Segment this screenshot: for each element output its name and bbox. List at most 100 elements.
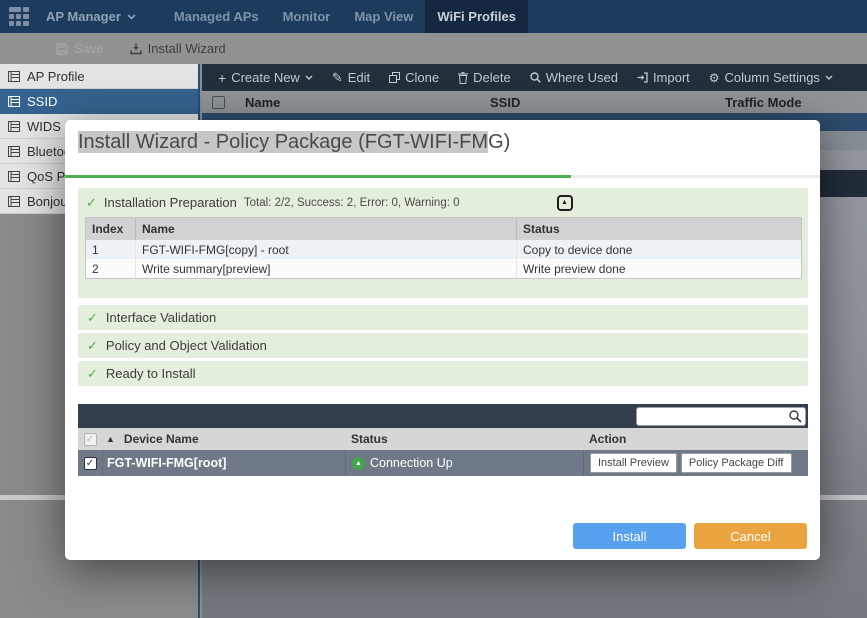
app-window: AP Manager Managed APs Monitor Map View … xyxy=(0,0,867,618)
check-icon: ✓ xyxy=(86,434,94,445)
list-icon xyxy=(8,171,20,182)
column-header-traffic-mode[interactable]: Traffic Mode xyxy=(722,95,867,110)
where-used-label: Where Used xyxy=(546,70,618,85)
validation-label: Interface Validation xyxy=(106,310,216,325)
install-wizard-modal: Install Wizard - Policy Package (FGT-WIF… xyxy=(65,120,820,560)
create-new-label: Create New xyxy=(231,70,300,85)
tab-managed-aps[interactable]: Managed APs xyxy=(162,0,271,33)
row-name: Write summary[preview] xyxy=(136,259,517,278)
column-header-status[interactable]: Status xyxy=(345,428,583,450)
progress-bar xyxy=(65,175,820,178)
preparation-label: Installation Preparation xyxy=(104,195,237,210)
install-button[interactable]: Install xyxy=(573,523,686,549)
list-icon xyxy=(8,196,20,207)
collapse-panel-button[interactable]: ▲ xyxy=(557,195,573,211)
preparation-results-table: Index Name Status 1 FGT-WIFI-FMG[copy] -… xyxy=(85,217,802,279)
save-icon xyxy=(56,43,68,55)
collapse-arrow-icon: ▲ xyxy=(561,199,568,206)
device-name-cell: FGT-WIFI-FMG[root] xyxy=(102,450,345,476)
device-table-header: ✓ ▲Device Name Status Action xyxy=(78,428,808,450)
device-table: ✓ ▲Device Name Status Action ✓ FGT-WIFI-… xyxy=(78,404,808,476)
tab-wifi-profiles[interactable]: WiFi Profiles xyxy=(425,0,528,33)
app-menu-ap-manager[interactable]: AP Manager xyxy=(38,0,150,33)
edit-label: Edit xyxy=(348,70,370,85)
save-button[interactable]: Save xyxy=(56,41,104,56)
column-settings-button[interactable]: ⚙ Column Settings xyxy=(709,70,833,85)
delete-button[interactable]: Delete xyxy=(458,70,511,85)
modal-title-selected-text: Install Wizard - Policy Package (FGT-WIF… xyxy=(78,131,488,153)
clone-button[interactable]: Clone xyxy=(389,70,439,85)
preparation-summary: Total: 2/2, Success: 2, Error: 0, Warnin… xyxy=(244,197,460,209)
row-status: Copy to device done xyxy=(517,240,801,259)
chevron-down-icon xyxy=(305,75,313,80)
apps-grid-icon xyxy=(9,7,29,26)
select-all-checkbox[interactable] xyxy=(212,96,225,109)
policy-package-diff-button[interactable]: Policy Package Diff xyxy=(681,453,792,473)
column-header-action[interactable]: Action xyxy=(583,428,808,450)
create-new-button[interactable]: + Create New xyxy=(218,70,313,86)
list-icon xyxy=(8,121,20,132)
search-icon xyxy=(530,72,541,83)
edit-button[interactable]: ✎ Edit xyxy=(332,70,370,86)
list-icon xyxy=(8,146,20,157)
clone-icon xyxy=(389,72,400,83)
preparation-table-header: Index Name Status xyxy=(86,218,801,240)
modal-title: Install Wizard - Policy Package (FGT-WIF… xyxy=(78,131,510,154)
check-icon: ✓ xyxy=(87,310,98,326)
validation-row-ready: ✓ Ready to Install xyxy=(78,361,808,386)
check-icon: ✓ xyxy=(86,195,97,211)
edit-icon: ✎ xyxy=(332,70,343,86)
progress-bar-fill xyxy=(65,175,571,178)
secondary-toolbar: Save Install Wizard xyxy=(0,33,867,64)
modal-title-rest: G) xyxy=(488,131,510,153)
tab-monitor[interactable]: Monitor xyxy=(271,0,343,33)
device-table-toolbar xyxy=(78,404,808,428)
tab-map-view[interactable]: Map View xyxy=(342,0,425,33)
install-preview-button[interactable]: Install Preview xyxy=(590,453,677,473)
column-header-device-name[interactable]: ▲Device Name xyxy=(102,428,345,450)
install-wizard-button[interactable]: Install Wizard xyxy=(130,41,226,56)
check-icon: ✓ xyxy=(86,458,94,469)
validation-row-policy-object: ✓ Policy and Object Validation xyxy=(78,333,808,358)
column-header-name[interactable]: Name xyxy=(234,95,477,110)
column-header-status: Status xyxy=(517,218,801,240)
import-label: Import xyxy=(653,70,690,85)
validation-label: Policy and Object Validation xyxy=(106,338,267,353)
validation-row-interface: ✓ Interface Validation xyxy=(78,305,808,330)
device-row-checkbox[interactable]: ✓ xyxy=(84,457,97,470)
content-toolbar: + Create New ✎ Edit Clone Delete Where U… xyxy=(202,64,867,91)
install-wizard-label: Install Wizard xyxy=(148,41,226,56)
sidebar-item-ap-profile[interactable]: AP Profile xyxy=(0,64,198,89)
gear-icon: ⚙ xyxy=(709,71,720,85)
nav-tabs: Managed APs Monitor Map View WiFi Profil… xyxy=(162,0,528,33)
installation-preparation-panel: ✓ Installation Preparation Total: 2/2, S… xyxy=(78,188,808,298)
select-all-devices-checkbox[interactable]: ✓ xyxy=(84,433,97,446)
validation-label: Ready to Install xyxy=(106,366,196,381)
save-label: Save xyxy=(74,41,104,56)
list-icon xyxy=(8,71,20,82)
ssid-table-header: Name SSID Traffic Mode xyxy=(202,91,867,113)
check-icon: ✓ xyxy=(87,338,98,354)
app-menu-label: AP Manager xyxy=(46,9,121,24)
chevron-down-icon xyxy=(825,75,833,80)
clone-label: Clone xyxy=(405,70,439,85)
chevron-down-icon xyxy=(127,14,136,20)
cancel-button[interactable]: Cancel xyxy=(694,523,807,549)
plus-icon: + xyxy=(218,70,226,86)
sidebar-item-label: AP Profile xyxy=(27,69,85,84)
sidebar-item-label: SSID xyxy=(27,94,57,109)
table-row: 1 FGT-WIFI-FMG[copy] - root Copy to devi… xyxy=(86,240,801,259)
apps-grid-button[interactable] xyxy=(0,0,38,33)
import-button[interactable]: Import xyxy=(637,70,690,85)
column-header-index: Index xyxy=(86,218,136,240)
top-navigation-bar: AP Manager Managed APs Monitor Map View … xyxy=(0,0,867,33)
sort-ascending-icon: ▲ xyxy=(106,434,115,444)
device-row[interactable]: ✓ FGT-WIFI-FMG[root] ▲ Connection Up Ins… xyxy=(78,450,808,476)
table-row: 2 Write summary[preview] Write preview d… xyxy=(86,259,801,278)
column-header-ssid[interactable]: SSID xyxy=(477,95,722,110)
column-settings-label: Column Settings xyxy=(725,70,820,85)
search-input[interactable] xyxy=(636,407,806,426)
sidebar-item-ssid[interactable]: SSID xyxy=(0,89,198,114)
device-status-cell: ▲ Connection Up xyxy=(345,450,583,476)
where-used-button[interactable]: Where Used xyxy=(530,70,618,85)
